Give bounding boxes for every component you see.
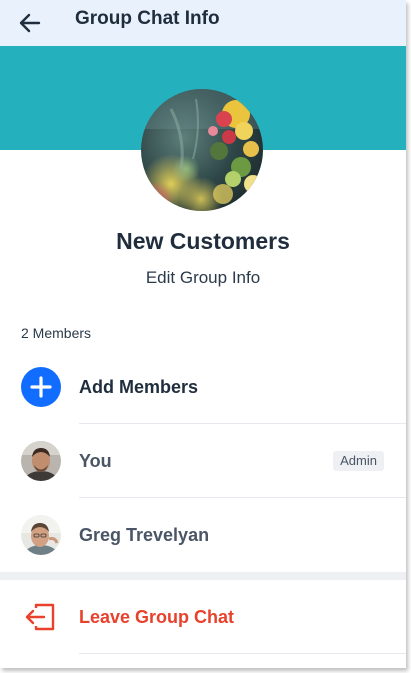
- group-photo-image: [141, 89, 263, 211]
- leave-group-chat-button[interactable]: Leave Group Chat: [0, 580, 406, 654]
- exit-icon: [25, 603, 55, 631]
- members-count: 2 Members: [21, 325, 92, 341]
- member-photo-image: [21, 515, 61, 555]
- member-name: You: [79, 451, 112, 471]
- member-photo-image: [21, 441, 61, 481]
- edit-group-info-link[interactable]: Edit Group Info: [0, 268, 406, 288]
- divider: [79, 653, 406, 654]
- header-bar: Group Chat Info: [0, 0, 406, 46]
- group-avatar[interactable]: [141, 89, 263, 211]
- group-name: New Customers: [116, 228, 290, 254]
- plus-icon: [30, 376, 52, 398]
- page-title: Group Chat Info: [75, 8, 220, 29]
- member-row-you[interactable]: You Admin: [0, 424, 406, 498]
- group-chat-info-screen: Group Chat Info New Customers Edit Group…: [0, 0, 406, 668]
- back-button[interactable]: [16, 9, 44, 37]
- section-separator: [0, 572, 406, 580]
- member-row-greg-trevelyan[interactable]: Greg Trevelyan: [0, 498, 406, 572]
- arrow-left-icon: [19, 13, 41, 33]
- add-members-label: Add Members: [79, 377, 199, 397]
- add-members-button[interactable]: Add Members: [0, 350, 406, 424]
- avatar: [21, 515, 61, 555]
- admin-badge: Admin: [333, 451, 384, 471]
- leave-group-chat-label: Leave Group Chat: [79, 607, 235, 627]
- add-members-icon-wrap: [21, 367, 61, 407]
- avatar: [21, 441, 61, 481]
- member-name: Greg Trevelyan: [79, 525, 210, 545]
